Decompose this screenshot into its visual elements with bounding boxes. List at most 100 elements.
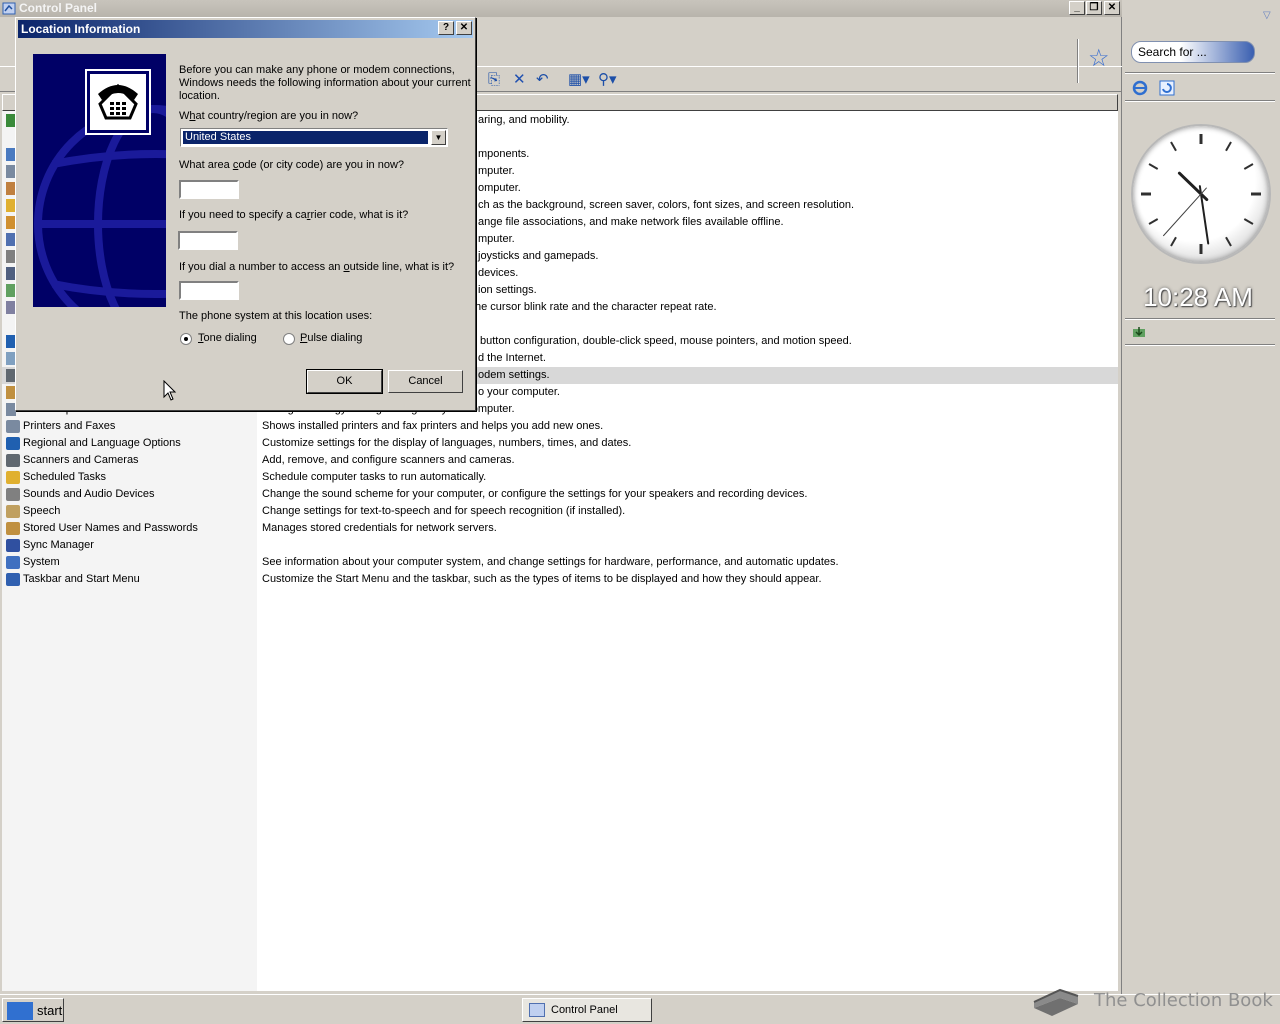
control-panel-titlebar[interactable]: Control Panel _ ❐ ✕ — [0, 0, 1122, 17]
intro-line-1: Before you can make any phone or modem c… — [179, 64, 455, 76]
pulse-dialing-label[interactable]: Pulse dialing — [300, 332, 362, 344]
list-item[interactable]: Stored User Names and Passwords Manages s… — [2, 520, 1118, 537]
list-item[interactable]: Regional and Language Options Customize s… — [2, 435, 1118, 452]
outside-line-field[interactable] — [179, 281, 239, 300]
list-item[interactable]: Sounds and Audio Devices Change the sound… — [2, 486, 1118, 503]
item-description: Shows installed printers and fax printer… — [262, 420, 604, 432]
item-description: Manages stored credentials for network s… — [262, 522, 497, 534]
radio-selected-dot — [184, 337, 188, 341]
watermark-text: The Collection Book — [1094, 990, 1273, 1011]
list-item[interactable]: Scanners and Cameras Add, remove, and con… — [2, 452, 1118, 469]
window-title: Control Panel — [19, 1, 98, 15]
country-region-select[interactable]: United States ▼ — [180, 128, 448, 147]
undo-icon[interactable]: ↶ — [536, 72, 549, 88]
item-description: o your computer. — [478, 386, 560, 398]
item-name: Regional and Language Options — [23, 437, 181, 449]
item-description: button configuration, double-click speed… — [480, 335, 852, 347]
telephone-icon — [85, 69, 151, 135]
item-description: ion settings. — [478, 284, 537, 296]
item-name: Sync Manager — [23, 539, 94, 551]
item-description: Change settings for text-to-speech and f… — [262, 505, 626, 517]
item-name: System — [23, 556, 60, 568]
item-description: omputer. — [478, 182, 521, 194]
item-name: Scanners and Cameras — [23, 454, 139, 466]
hour-hand — [1177, 171, 1209, 202]
dialog-close-button[interactable]: ✕ — [456, 21, 472, 35]
item-description: aring, and mobility. — [478, 114, 570, 126]
globe-illustration — [33, 54, 166, 307]
digital-time: 10:28 AM — [1143, 282, 1253, 312]
list-item[interactable]: Taskbar and Start Menu Customize the Star… — [2, 571, 1118, 588]
item-name: Speech — [23, 505, 61, 517]
dialog-title: Location Information — [21, 22, 141, 36]
clock-face — [1141, 134, 1261, 254]
control-panel-item-icon — [6, 437, 20, 450]
search-tool-icon[interactable]: ⚲▾ — [598, 72, 617, 88]
control-panel-item-icon — [6, 471, 20, 484]
list-item[interactable]: Sync Manager — [2, 537, 1118, 554]
list-item[interactable]: System See information about your compute… — [2, 554, 1118, 571]
item-description: devices. — [478, 267, 519, 279]
area-code-label: What area code (or city code) are you in… — [179, 159, 405, 171]
sidebar-divider — [1125, 344, 1275, 346]
clock-tick — [1148, 218, 1159, 225]
help-button[interactable]: ? — [438, 21, 454, 35]
item-description: Change the sound scheme for your compute… — [262, 488, 808, 500]
carrier-code-field[interactable] — [178, 231, 238, 250]
item-name: Printers and Faxes — [23, 420, 116, 432]
internet-explorer-icon[interactable] — [1131, 80, 1149, 96]
intro-line-2: Windows needs the following information … — [179, 77, 471, 89]
chevron-down-icon[interactable]: ▼ — [431, 130, 446, 145]
list-item[interactable]: Scheduled Tasks Schedule computer tasks t… — [2, 469, 1118, 486]
minimize-button[interactable]: _ — [1069, 1, 1085, 15]
item-description: Customize settings for the display of la… — [262, 437, 632, 449]
taskbar-control-panel-button[interactable]: Control Panel — [522, 998, 652, 1022]
sidebar-divider — [1125, 318, 1275, 320]
views-icon[interactable]: ▦▾ — [568, 72, 590, 88]
pulse-dialing-radio[interactable] — [283, 333, 295, 345]
item-description: ange file associations, and make network… — [478, 216, 784, 228]
item-description: Customize the Start Menu and the taskbar… — [262, 573, 822, 585]
start-label: start — [37, 1003, 63, 1018]
item-description: he cursor blink rate and the character r… — [475, 301, 717, 313]
start-button[interactable]: start — [2, 998, 64, 1022]
network-download-icon[interactable] — [1131, 325, 1147, 341]
control-panel-item-icon — [6, 505, 20, 518]
sidebar-search-input[interactable]: Search for ... — [1131, 41, 1255, 63]
sidebar-divider — [1125, 72, 1275, 74]
cancel-button[interactable]: Cancel — [388, 370, 463, 393]
close-button[interactable]: ✕ — [1104, 1, 1120, 15]
clock-tick — [1148, 163, 1159, 170]
control-panel-item-icon — [6, 420, 20, 433]
tone-dialing-radio[interactable] — [180, 333, 192, 345]
item-description: odem settings. — [478, 369, 550, 381]
sidebar-menu-chevron-icon[interactable]: ▽ — [1263, 10, 1271, 21]
country-label: What country/region are you in now? — [179, 110, 359, 122]
control-panel-item-icon — [6, 573, 20, 586]
item-description: mputer. — [478, 233, 515, 245]
update-icon[interactable] — [1159, 80, 1175, 96]
dialog-titlebar[interactable]: Location Information ? ✕ — [18, 20, 473, 38]
item-name: Sounds and Audio Devices — [23, 488, 155, 500]
list-item[interactable]: Printers and Faxes Shows installed printe… — [2, 418, 1118, 435]
analog-clock — [1131, 124, 1271, 264]
watermark: The Collection Book — [1030, 972, 1280, 1024]
ok-button[interactable]: OK — [306, 369, 383, 394]
delete-icon[interactable]: ✕ — [513, 72, 526, 88]
location-information-dialog: Location Information ? ✕ Before you can … — [15, 17, 476, 411]
clock-tick — [1243, 163, 1254, 170]
carrier-code-label: If you need to specify a carrier code, w… — [179, 209, 409, 221]
windows-logo-icon — [7, 1002, 33, 1020]
move-to-icon[interactable]: ⎘ — [488, 72, 500, 88]
clock-tick — [1225, 236, 1232, 247]
area-code-field[interactable] — [179, 180, 239, 199]
control-panel-item-icon — [6, 488, 20, 501]
country-select-value: United States — [182, 130, 429, 145]
list-item[interactable]: Speech Change settings for text-to-speech… — [2, 503, 1118, 520]
item-description: joysticks and gamepads. — [478, 250, 599, 262]
item-name: Taskbar and Start Menu — [23, 573, 140, 585]
tone-dialing-label[interactable]: Tone dialing — [198, 332, 257, 344]
control-panel-item-icon — [6, 556, 20, 569]
item-name: Stored User Names and Passwords — [23, 522, 198, 534]
restore-button[interactable]: ❐ — [1086, 1, 1102, 15]
